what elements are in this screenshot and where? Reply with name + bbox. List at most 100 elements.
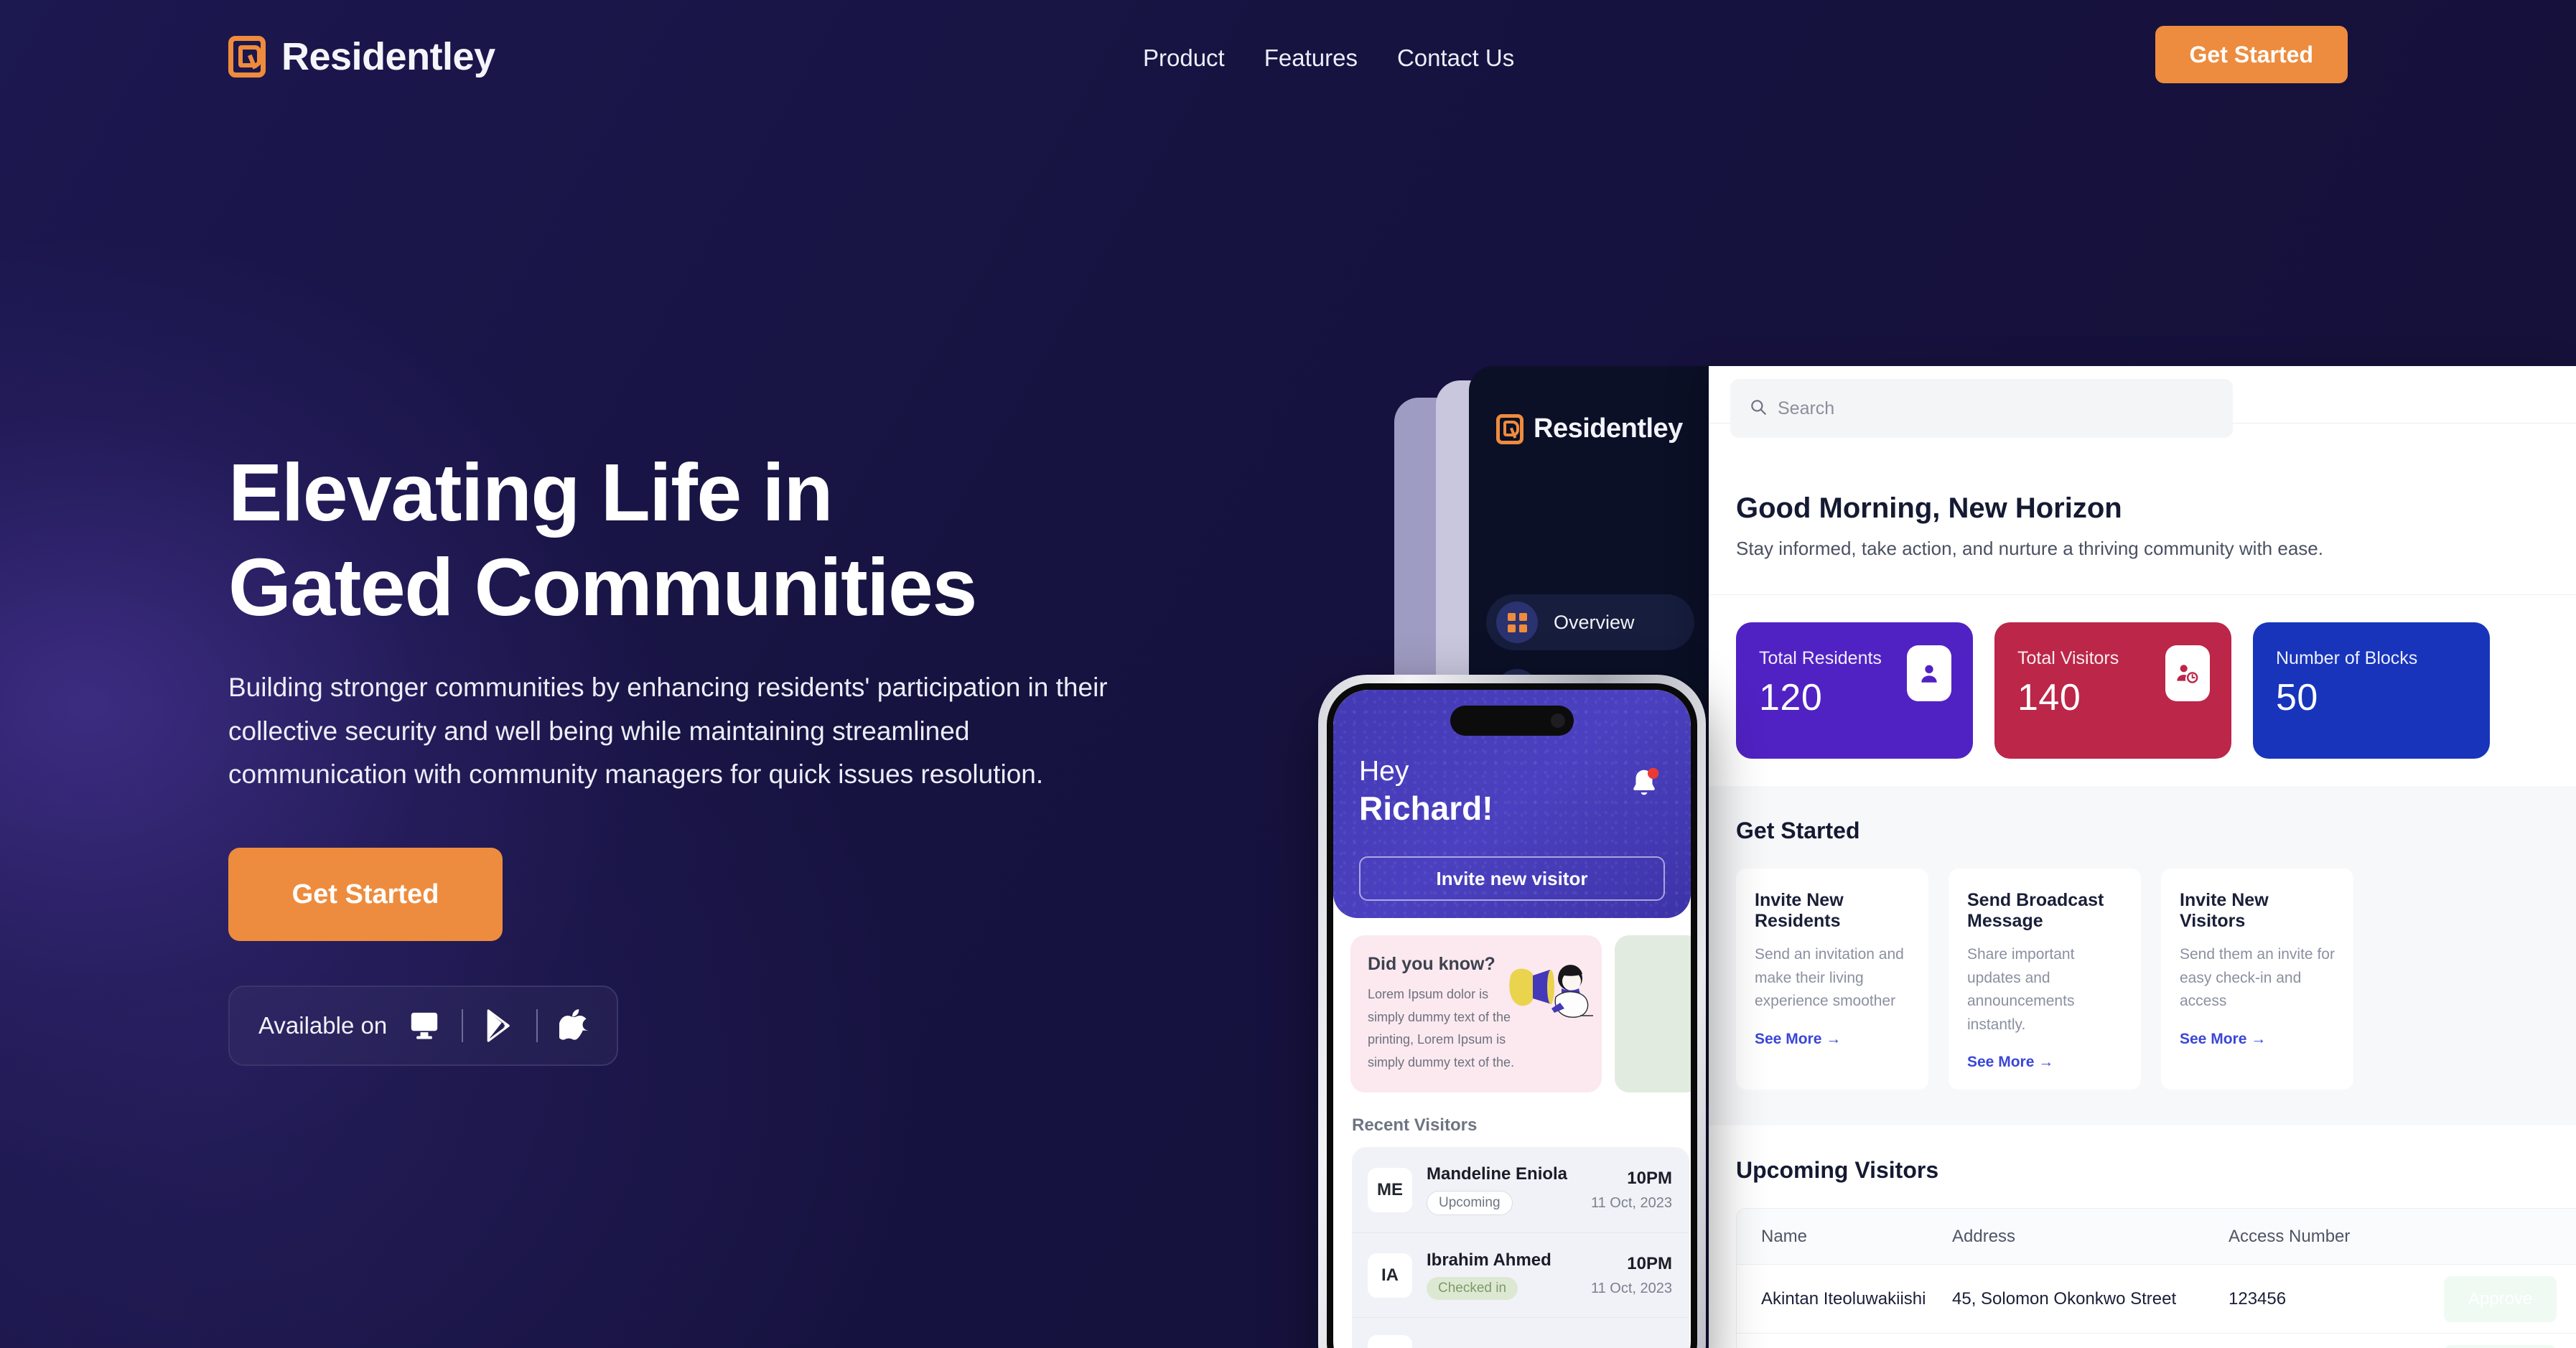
card-title: Invite New Visitors: [2180, 890, 2269, 931]
hero-get-started-button[interactable]: Get Started: [228, 848, 503, 942]
visit-date: 11 Oct, 2023: [1590, 1194, 1672, 1211]
hero-paragraph: Building stronger communities by enhanci…: [228, 673, 1108, 789]
phone-greeting: Hey Richard!: [1359, 756, 1493, 828]
table-header-row: Name Address Access Number: [1737, 1209, 2576, 1265]
device-mockup-group: Residentley Overview Residents Visitors: [1318, 0, 2576, 1348]
table-row[interactable]: Akintan Iteoluwakiishi 45, Solomon Okonk…: [1737, 1265, 2576, 1334]
column-header-access-number: Access Number: [2229, 1226, 2351, 1246]
arrow-right-icon: →: [2038, 1054, 2054, 1071]
card-title: Invite New Residents: [1755, 890, 1844, 931]
phone-screen: Hey Richard! Invite new visitor Did you …: [1333, 690, 1691, 1348]
nav-item-product[interactable]: Product: [1143, 45, 1225, 72]
list-item[interactable]: IA Ibrahim Ahmed Checked in 10PM 11 Oct,…: [1352, 1233, 1689, 1318]
dashboard-greeting: Good Morning, New Horizon Stay informed,…: [1709, 423, 2576, 560]
sidebar-brand-name: Residentley: [1534, 413, 1683, 444]
avatar: IA: [1368, 1253, 1412, 1298]
status-badge: Checked in: [1427, 1277, 1518, 1300]
phone-bezel: Hey Richard! Invite new visitor Did you …: [1327, 683, 1697, 1348]
stat-card-total-visitors[interactable]: Total Visitors 140: [1994, 622, 2231, 759]
cell-access-number: 123456: [2229, 1288, 2287, 1309]
phone-notch: [1450, 706, 1574, 736]
available-on-label: Available on: [258, 1012, 388, 1039]
nav-item-features[interactable]: Features: [1264, 45, 1358, 72]
megaphone-illustration-icon: [1508, 953, 1593, 1025]
avatar: BO: [1368, 1335, 1412, 1348]
upcoming-visitors-table: Name Address Access Number Akintan Iteol…: [1736, 1208, 2576, 1348]
see-more-link[interactable]: See More →: [2180, 1031, 2266, 1048]
list-item[interactable]: ME Mandeline Eniola Upcoming 10PM 11 Oct…: [1352, 1147, 1689, 1233]
table-row[interactable]: Seun Fatusin 45, Solomon Okonkwo Street …: [1737, 1334, 2576, 1348]
phone-hero: Hey Richard! Invite new visitor: [1333, 690, 1691, 918]
residentley-r-logo-icon: [1496, 413, 1523, 444]
stat-card-number-of-blocks[interactable]: Number of Blocks 50: [2253, 622, 2490, 759]
did-you-know-card-next[interactable]: [1615, 935, 1691, 1092]
visitor-name: Ibrahim Ahmed: [1427, 1250, 1551, 1270]
person-icon: [1907, 645, 1951, 701]
google-play-icon[interactable]: [485, 1009, 515, 1042]
sidebar-item-label: Overview: [1554, 611, 1635, 633]
hero-title-line-2: Gated Communities: [228, 542, 977, 633]
recent-visitors-title: Recent Visitors: [1352, 1115, 1478, 1135]
get-started-card[interactable]: Send Broadcast Message Share important u…: [1949, 869, 2141, 1090]
search-input[interactable]: Search: [1730, 379, 2233, 438]
card-title: Send Broadcast Message: [1967, 890, 2104, 931]
search-placeholder: Search: [1778, 398, 1835, 418]
brand-logo[interactable]: Residentley: [228, 34, 495, 79]
greeting-subtitle: Stay informed, take action, and nurture …: [1736, 538, 2323, 559]
residentley-r-logo-icon: [228, 36, 266, 78]
phone-greeting-name: Richard!: [1359, 790, 1493, 827]
get-started-title: Get Started: [1736, 818, 1860, 843]
cell-name: Akintan Iteoluwakiishi: [1761, 1288, 1926, 1309]
status-badge: Upcoming: [1427, 1191, 1513, 1215]
avatar: ME: [1368, 1167, 1412, 1212]
get-started-panel: Get Started Invite New Residents Send an…: [1709, 786, 2576, 1126]
approve-button[interactable]: Approve: [2444, 1344, 2557, 1348]
dashboard-panel: Search Good Morning, New Horizon Stay in…: [1709, 366, 2576, 1348]
did-you-know-card[interactable]: Did you know? Lorem Ipsum dolor is simpl…: [1350, 935, 1602, 1092]
column-header-name: Name: [1761, 1226, 1808, 1246]
recent-visitors-list: ME Mandeline Eniola Upcoming 10PM 11 Oct…: [1352, 1147, 1689, 1348]
greeting-title: Good Morning, New Horizon: [1736, 492, 2122, 524]
sidebar-item-overview[interactable]: Overview: [1486, 594, 1694, 650]
invite-new-visitor-button[interactable]: Invite new visitor: [1359, 856, 1665, 901]
hero-section: Elevating Life in Gated Communities Buil…: [228, 445, 1162, 1067]
card-body: Share important updates and announcement…: [1967, 946, 2075, 1033]
apple-icon[interactable]: [559, 1008, 589, 1043]
hero-title-line-1: Elevating Life in: [228, 447, 833, 538]
dashboard-topbar: Search: [1709, 366, 2576, 438]
see-more-label: See More: [1755, 1030, 1822, 1047]
get-started-cards: Invite New Residents Send an invitation …: [1736, 869, 2576, 1090]
stat-card-total-residents[interactable]: Total Residents 120: [1736, 622, 1973, 759]
divider: [462, 1009, 464, 1043]
see-more-link[interactable]: See More →: [1967, 1054, 2053, 1071]
see-more-link[interactable]: See More →: [1755, 1031, 1841, 1048]
search-icon: [1749, 398, 1768, 420]
recent-visitors-section: Recent Visitors ME Mandeline Eniola Upco…: [1333, 1092, 1691, 1348]
get-started-card[interactable]: Invite New Visitors Send them an invite …: [2161, 869, 2353, 1090]
column-header-address: Address: [1952, 1226, 2016, 1246]
approve-button[interactable]: Approve: [2444, 1276, 2557, 1322]
card-body: Send an invitation and make their living…: [1755, 946, 1904, 1010]
did-you-know-body: Lorem Ipsum dolor is simply dummy text o…: [1368, 987, 1515, 1069]
phone-mockup: Hey Richard! Invite new visitor Did you …: [1318, 675, 1706, 1348]
list-item[interactable]: BO Blessing Okoro 10PM: [1352, 1318, 1689, 1348]
get-started-card[interactable]: Invite New Residents Send an invitation …: [1736, 869, 1928, 1090]
visit-date: 11 Oct, 2023: [1590, 1280, 1672, 1296]
divider: [536, 1009, 538, 1043]
arrow-right-icon: →: [1826, 1030, 1842, 1047]
did-you-know-row: Did you know? Lorem Ipsum dolor is simpl…: [1333, 918, 1691, 1092]
available-on-bar: Available on: [228, 986, 619, 1067]
card-body: Send them an invite for easy check-in an…: [2180, 946, 2335, 1010]
desktop-monitor-icon[interactable]: [409, 1011, 440, 1040]
visit-time: 10PM: [1627, 1168, 1672, 1188]
stat-label: Number of Blocks: [2276, 648, 2418, 668]
cell-address: 45, Solomon Okonkwo Street: [1952, 1288, 2177, 1309]
upcoming-visitors-panel: Upcoming Visitors Name Address Access Nu…: [1709, 1125, 2576, 1348]
notification-bell-icon[interactable]: [1628, 766, 1661, 804]
stat-value: 50: [2276, 677, 2318, 719]
grid-dashboard-icon: [1496, 602, 1538, 643]
sidebar-brand-logo[interactable]: Residentley: [1496, 413, 1683, 444]
hero-title: Elevating Life in Gated Communities: [228, 445, 1162, 635]
visit-time: 10PM: [1627, 1253, 1672, 1273]
brand-name: Residentley: [281, 35, 495, 78]
